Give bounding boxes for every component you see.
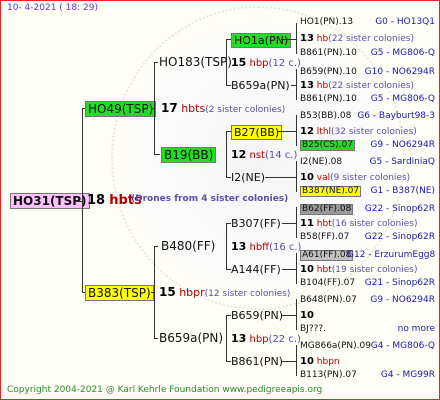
gen4-queen-5: B53(BB).08 — [300, 111, 352, 121]
gen2-info-4: 13 hbp(22 c.) — [231, 333, 301, 345]
gen4-drone-4: 10 val(9 sister colonies) — [300, 172, 411, 183]
gen3-queen-2: B659a(PN) — [231, 79, 290, 92]
date-stamp: 10- 4-2021 ( 18: 29) — [7, 3, 98, 13]
gen2-info-3: 13 hbff(16 c.) — [231, 241, 301, 253]
gen2-queen-3: B480(FF) — [161, 239, 216, 253]
pedigree-diagram: 10- 4-2021 ( 18: 29) HO31(TSP) 18 hbts (… — [0, 0, 440, 400]
gen4-drone-5: 11 hbt(16 sister colonies) — [300, 218, 418, 229]
gen1-dam-extra: (12 sister colonies) — [204, 289, 291, 299]
gen4-meta-14: no more — [397, 324, 435, 334]
gen3-queen-4: I2(NE) — [231, 171, 266, 184]
gen3-queen-6: A144(FF) — [231, 263, 281, 276]
gen3-queen-5: B307(FF) — [231, 217, 281, 230]
gen4-queen-9: B62(FF).08 — [300, 204, 354, 215]
gen3-queen-3: B27(BB) — [231, 125, 283, 140]
gen1-dam-num: 15 — [159, 285, 176, 299]
gen2-extra-1: (12 c.) — [268, 58, 301, 69]
gen4-drone-1: 13 hb(22 sister colonies) — [300, 33, 414, 44]
gen2-hb-3: hbff — [249, 242, 270, 253]
gen1-dam-hb: hbpr — [179, 286, 205, 299]
gen4-meta-4: G5 - MG806-Q — [370, 94, 435, 104]
gen2-num-2: 12 — [231, 148, 247, 161]
gen2-info-1: 15 hbp(12 c.) — [231, 57, 301, 69]
gen2-num-3: 13 — [231, 240, 247, 253]
gen4-meta-8: G1 - B387(NE) — [370, 186, 435, 196]
gen4-meta-6: G9 - NO6294R — [370, 140, 435, 150]
gen4-queen-7: I2(NE).08 — [300, 157, 343, 167]
gen2-queen-1: HO183(TSP) — [159, 55, 232, 69]
gen2-num-1: 15 — [231, 56, 247, 69]
gen4-meta-2: G5 - MG806-Q — [370, 48, 435, 58]
gen4-drone-8: 10 hbpn — [300, 356, 340, 367]
gen2-extra-2: (14 c.) — [264, 150, 298, 161]
gen4-queen-10: B58(FF).07 — [300, 232, 350, 242]
gen4-meta-12: G21 - Sinop62R — [364, 278, 435, 288]
gen2-extra-4: (22 c.) — [268, 334, 301, 345]
gen4-meta-9: G22 - Sinop62R — [364, 204, 435, 214]
root-num: 18 — [87, 193, 106, 208]
root-extra: (Drones from 4 sister colonies) — [131, 194, 289, 204]
gen4-meta-3: G10 - NO6294R — [364, 67, 435, 77]
gen1-sire-info: 17 hbts(2 sister colonies) — [161, 102, 285, 115]
gen4-drone-3: 12 lthl(32 sister colonies) — [300, 126, 417, 137]
gen4-meta-11: G12 - ErzurumEgg8 — [347, 250, 436, 260]
gen1-sire-hb: hbts — [181, 102, 206, 115]
gen4-drone-7: 10 — [300, 310, 314, 321]
gen2-hb-2: nst — [249, 150, 265, 161]
footer-copyright: Copyright 2004-2021 @ Karl Kehrle Founda… — [7, 385, 323, 395]
gen2-info-2: 12 nst(14 c.) — [231, 149, 297, 161]
gen4-queen-14: BJ???. — [300, 324, 327, 334]
gen1-dam-info: 15 hbpr(12 sister colonies) — [159, 286, 290, 299]
gen4-meta-13: G9 - NO6294R — [370, 295, 435, 305]
gen4-meta-7: G5 - SardiniaQ — [369, 157, 435, 167]
gen4-queen-1: HO1(PN).13 — [300, 17, 354, 27]
gen4-meta-5: G6 - Bayburt98-3 — [357, 111, 435, 121]
gen4-queen-11: A61(FF).08 — [300, 250, 354, 261]
gen3-queen-8: B861(PN) — [231, 355, 283, 368]
gen2-hb-1: hbp — [249, 58, 269, 69]
gen1-sire-extra: (2 sister colonies) — [205, 105, 286, 115]
gen3-queen-7: B659(PN) — [231, 309, 283, 322]
gen2-queen-4: B659a(PN) — [159, 331, 224, 345]
gen2-num-4: 13 — [231, 332, 247, 345]
gen4-drone-2: 13 hb(22 sister colonies) — [300, 80, 414, 91]
gen2-hb-4: hbp — [249, 334, 269, 345]
gen1-sire-num: 17 — [161, 101, 178, 115]
gen4-meta-10: G22 - Sinop62R — [364, 232, 435, 242]
gen4-drone-6: 10 hbt(19 sister colonies) — [300, 264, 418, 275]
gen4-meta-1: G0 - HO13Q1 — [375, 17, 435, 27]
gen1-sire-queen: HO49(TSP) — [85, 101, 157, 117]
gen2-queen-2: B19(BB) — [161, 147, 217, 163]
gen1-dam-queen: B383(TSP) — [85, 285, 154, 301]
gen4-meta-16: G4 - MG99R — [380, 370, 435, 380]
gen2-extra-3: (16 c.) — [269, 242, 302, 253]
gen3-queen-1: HO1a(PN) — [231, 33, 292, 48]
gen4-meta-15: G4 - MG806-Q — [370, 341, 435, 351]
